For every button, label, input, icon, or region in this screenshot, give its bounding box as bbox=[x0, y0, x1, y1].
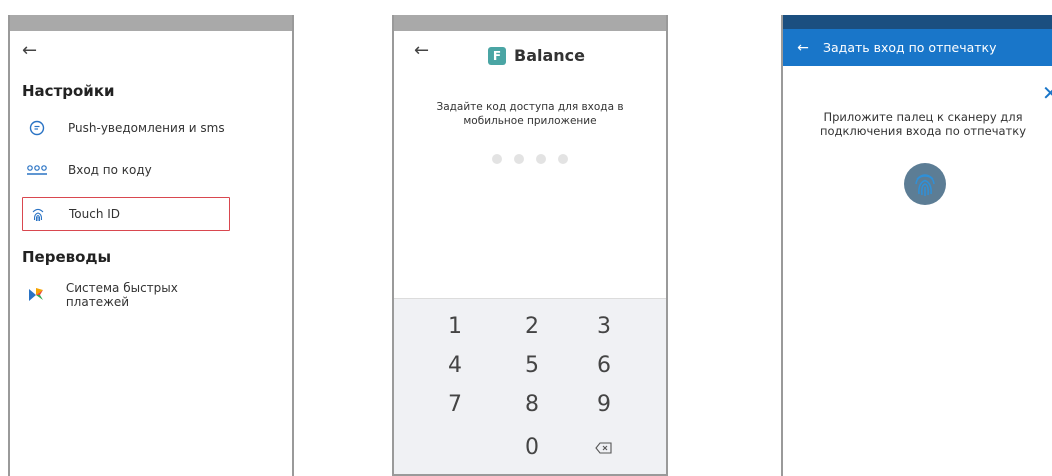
pin-dot bbox=[558, 154, 568, 164]
key-7[interactable]: 7 bbox=[425, 390, 485, 420]
pin-setup-screen: ← F Balance Задайте код доступа для вход… bbox=[392, 15, 668, 476]
screen-title: Задать вход по отпечатку bbox=[823, 40, 997, 55]
pin-dot bbox=[514, 154, 524, 164]
pin-prompt: Задайте код доступа для входа в мобильно… bbox=[436, 101, 624, 127]
numeric-keypad: 1 2 3 4 5 6 7 8 9 0 bbox=[394, 298, 666, 474]
pin-dots-icon bbox=[24, 164, 50, 176]
sbp-logo-icon bbox=[24, 286, 48, 304]
close-icon[interactable]: ✕ bbox=[1042, 81, 1052, 105]
key-2[interactable]: 2 bbox=[502, 312, 562, 342]
back-arrow-icon[interactable]: ← bbox=[783, 40, 823, 56]
fingerprint-hint: Приложите палец к сканеру для подключени… bbox=[819, 110, 1027, 138]
key-0[interactable]: 0 bbox=[502, 433, 562, 463]
backspace-icon bbox=[595, 433, 613, 463]
backspace-key[interactable] bbox=[574, 433, 634, 463]
status-bar bbox=[783, 15, 1052, 29]
settings-item-label: Система быстрых платежей bbox=[65, 281, 178, 309]
pin-dot bbox=[536, 154, 546, 164]
key-9[interactable]: 9 bbox=[574, 390, 634, 420]
settings-item-label: Touch ID bbox=[69, 207, 121, 221]
back-arrow-icon[interactable]: ← bbox=[22, 40, 37, 61]
transfers-item-sbp[interactable]: Система быстрых платежей bbox=[22, 278, 230, 312]
fingerprint-setup-screen: ← Задать вход по отпечатку ✕ Приложите п… bbox=[781, 15, 1052, 476]
pin-dots bbox=[394, 154, 666, 164]
settings-item-label: Вход по коду bbox=[68, 163, 152, 177]
app-name: Balance bbox=[514, 46, 585, 65]
settings-screen: ← Настройки Push-уведомления и sms Вход … bbox=[8, 15, 294, 476]
settings-item-touch-id[interactable]: Touch ID bbox=[22, 197, 230, 231]
back-arrow-icon[interactable]: ← bbox=[414, 40, 429, 61]
fingerprint-icon bbox=[25, 206, 51, 222]
key-5[interactable]: 5 bbox=[502, 351, 562, 381]
balance-logo-icon: F bbox=[488, 46, 506, 65]
pin-dot bbox=[492, 154, 502, 164]
app-bar: ← Задать вход по отпечатку bbox=[783, 29, 1052, 66]
app-logo: F Balance bbox=[488, 46, 585, 65]
key-6[interactable]: 6 bbox=[574, 351, 634, 381]
status-bar bbox=[10, 15, 292, 31]
status-bar bbox=[394, 15, 666, 31]
key-4[interactable]: 4 bbox=[425, 351, 485, 381]
settings-item-push[interactable]: Push-уведомления и sms bbox=[22, 111, 230, 145]
key-1[interactable]: 1 bbox=[425, 312, 485, 342]
settings-section-title: Настройки bbox=[22, 82, 115, 100]
settings-item-pin-login[interactable]: Вход по коду bbox=[22, 153, 230, 187]
settings-item-label: Push-уведомления и sms bbox=[68, 121, 225, 135]
transfers-section-title: Переводы bbox=[22, 248, 112, 266]
key-3[interactable]: 3 bbox=[574, 312, 634, 342]
key-8[interactable]: 8 bbox=[502, 390, 562, 420]
fingerprint-icon bbox=[904, 163, 946, 205]
chat-bubble-icon bbox=[24, 120, 50, 136]
